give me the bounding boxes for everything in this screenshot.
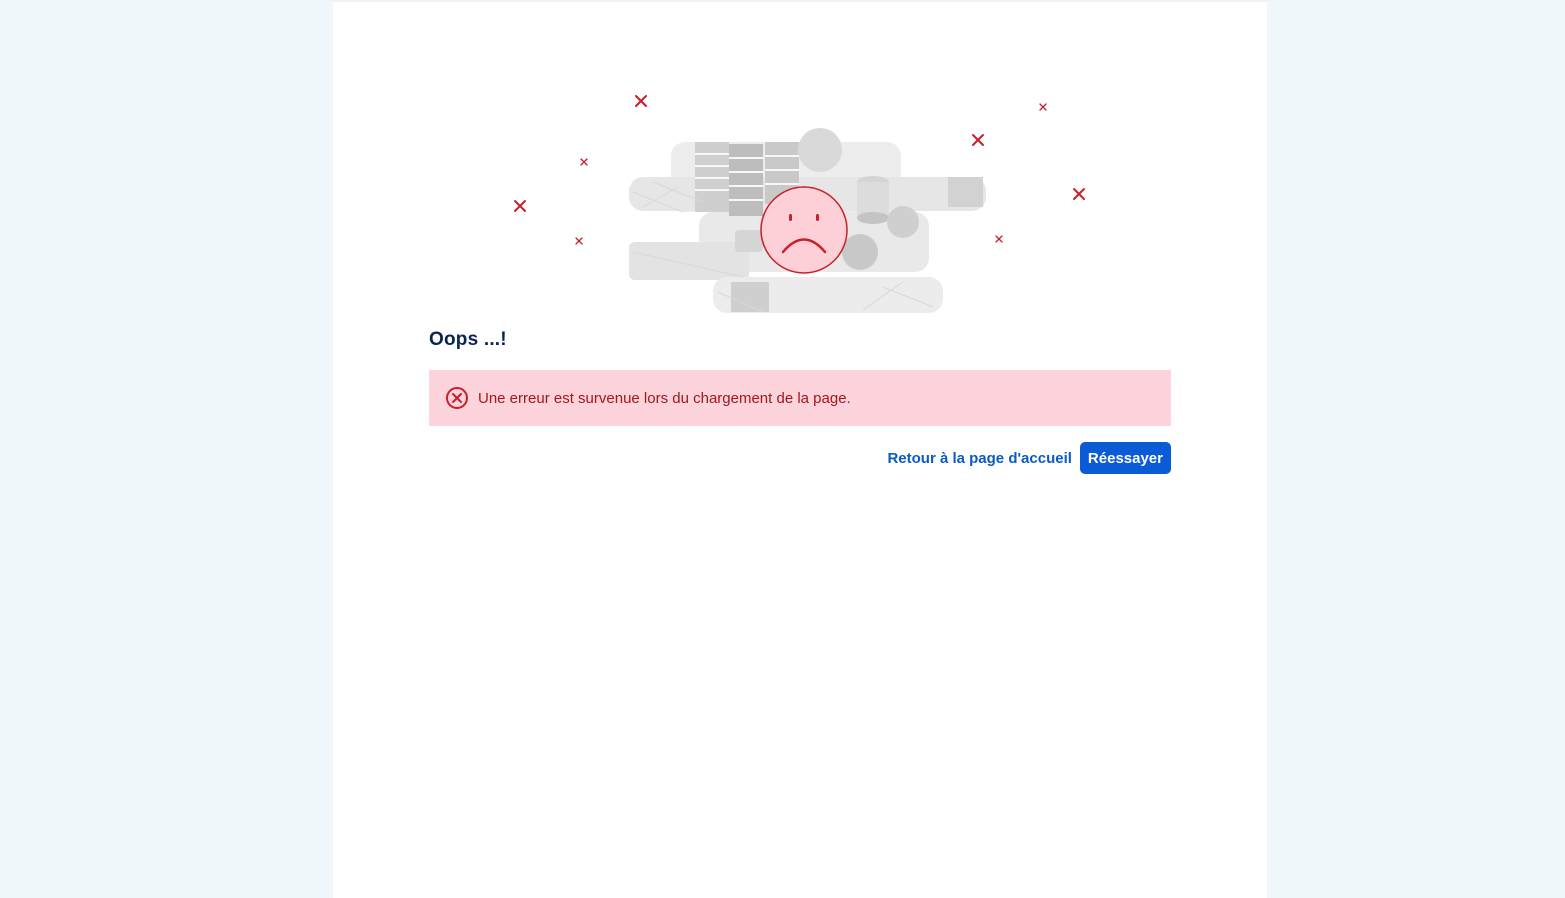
action-bar: Retour à la page d'accueil Réessayer [887,442,1171,474]
error-alert: Une erreur est survenue lors du chargeme… [429,370,1171,426]
retry-button[interactable]: Réessayer [1079,442,1171,474]
error-circle-x-icon [445,386,469,410]
main-content: Oops ...! Une erreur est survenue lors d… [333,0,1267,898]
home-link[interactable]: Retour à la page d'accueil [887,450,1071,467]
page-title: Oops ...! [429,329,507,350]
sad-face-icon [760,186,848,274]
error-message: Une erreur est survenue lors du chargeme… [478,389,851,407]
error-illustration [503,82,1103,322]
